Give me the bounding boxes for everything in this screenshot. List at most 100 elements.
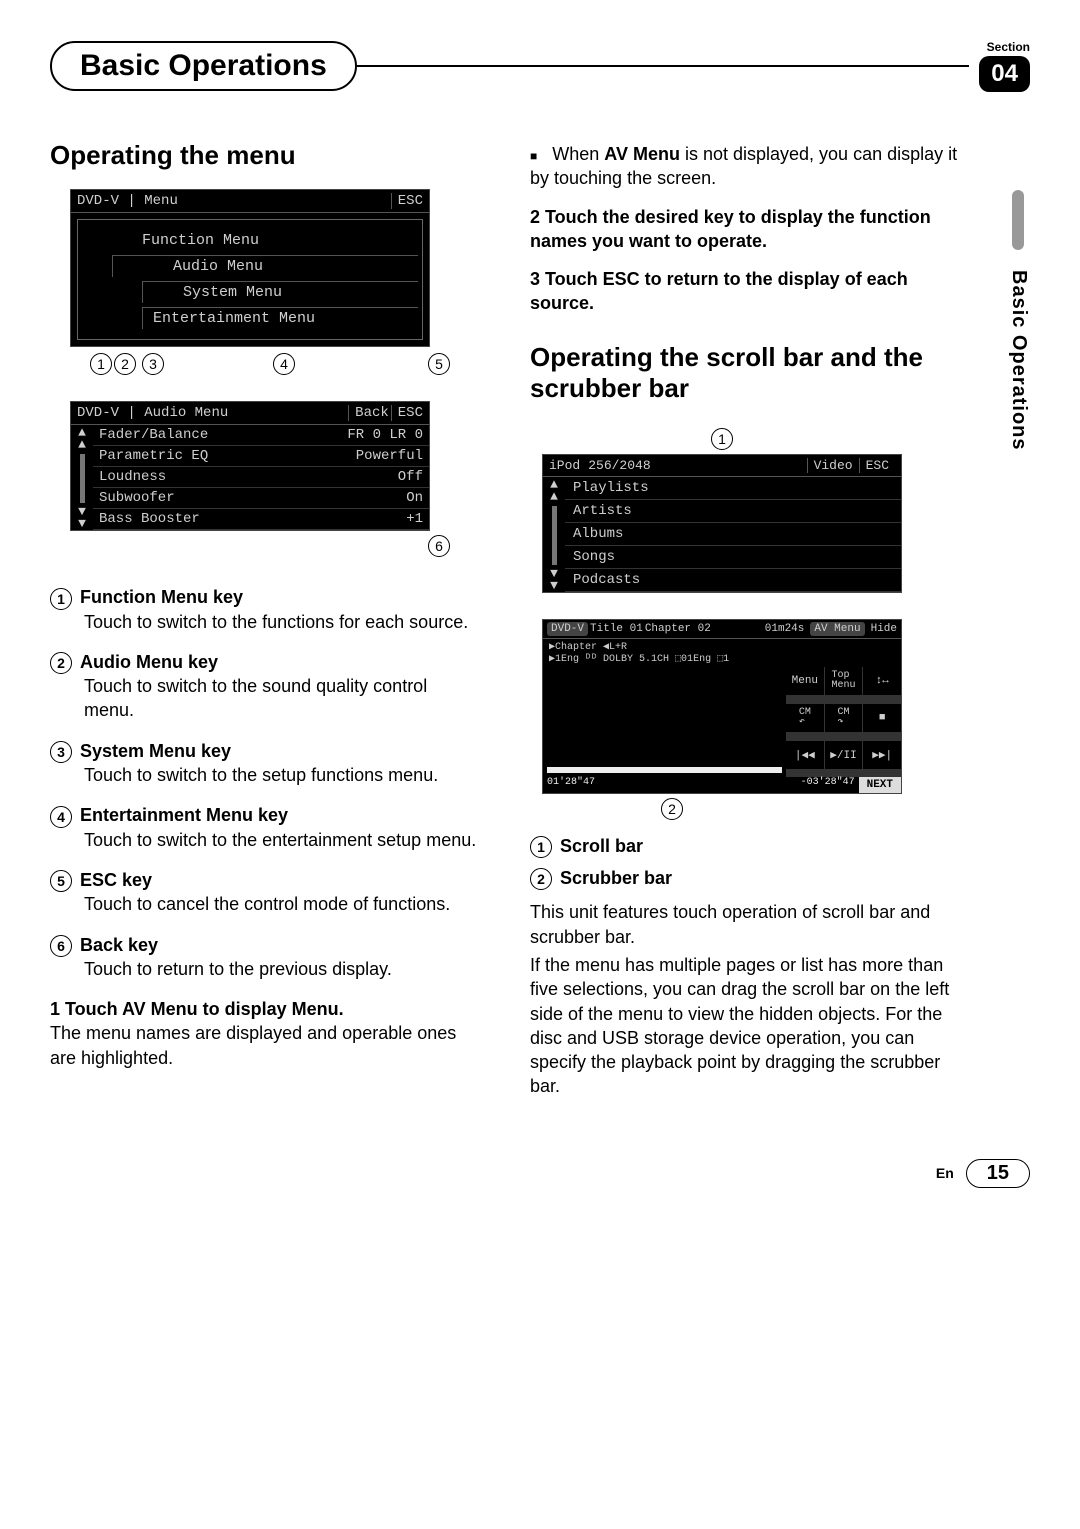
header-rule [347,65,970,67]
ipod-video-button[interactable]: Video [807,458,859,473]
audio-esc-button[interactable]: ESC [391,405,423,421]
dvd-time: 01m24s [765,623,805,635]
callout-5: 5 [428,353,450,375]
audio-title: Audio Menu [144,405,228,421]
menu-item-entertainment[interactable]: Entertainment Menu [142,307,418,329]
ipod-source-label: iPod [549,458,580,473]
key-title: Entertainment Menu key [80,805,288,825]
menu-item-system[interactable]: System Menu [142,281,418,303]
menu-item-function[interactable]: Function Menu [82,230,418,251]
label-definition: 2Scrubber bar [530,866,960,890]
key-title: Audio Menu key [80,652,218,672]
dvd-callout-2: 2 [661,798,683,820]
dvd-avmenu-button[interactable]: AV Menu [810,622,864,636]
key-desc: Touch to switch to the setup functions m… [50,763,480,787]
ipod-list-item[interactable]: Albums [565,523,901,546]
dvd-next-button[interactable]: ▶▶| [863,741,901,769]
scroll-up-icon[interactable]: ▲ [550,491,558,503]
scroll-up-icon[interactable]: ▲ [78,439,86,451]
key-title: Back key [80,935,158,955]
audio-row-name: Loudness [99,469,333,485]
key-definition: 5ESC keyTouch to cancel the control mode… [50,868,480,917]
dvd-control-grid: Menu Top Menu ↕↔ CM ↶ CM ↷ ■ |◀◀ ▶/II ▶▶… [786,667,901,777]
dvd-cm-fwd-button[interactable]: CM ↷ [825,704,863,732]
ipod-esc-button[interactable]: ESC [859,458,895,473]
audio-scrollbar[interactable]: ▲ ▲ ▼ ▼ [71,425,93,530]
audio-row-name: Subwoofer [99,490,333,506]
step-2: 2 Touch the desired key to display the f… [530,205,960,254]
side-tab: Basic Operations [1004,270,1030,451]
scroll-down-icon[interactable]: ▼ [550,580,558,592]
audio-row[interactable]: SubwooferOn [93,488,429,509]
scroll-body-1: This unit features touch operation of sc… [530,900,960,949]
dvd-cm-back-button[interactable]: CM ↶ [786,704,824,732]
note-av-menu: When AV Menu is not displayed, you can d… [530,142,960,191]
dvd-menu-button[interactable]: Menu [786,667,824,695]
menu-source-label: DVD-V [77,193,119,209]
key-title: System Menu key [80,741,231,761]
callout-2: 2 [114,353,136,375]
key-desc: Touch to switch to the entertainment set… [50,828,480,852]
footer-lang: En [936,1165,954,1181]
dvd-title-label: Title 01 [590,623,643,635]
dvd-nextpage-button[interactable]: NEXT [859,777,901,793]
menu-screen: DVD-V | Menu ESC Function Menu Audio Men… [70,189,430,347]
audio-row-name: Bass Booster [99,511,333,527]
section-label: Section [987,40,1030,54]
menu-esc-button[interactable]: ESC [391,193,423,209]
audio-row-value: FR 0 LR 0 [333,427,423,443]
dvd-source-label: DVD-V [547,622,588,636]
audio-row-name: Fader/Balance [99,427,333,443]
key-definition: 2 Audio Menu keyTouch to switch to the so… [50,650,480,723]
key-definitions: 1Function Menu keyTouch to switch to the… [50,585,480,981]
key-number: 3 [50,741,72,763]
dvd-play-button[interactable]: ▶/II [825,741,863,769]
key-number: 5 [50,870,72,892]
key-definition: 4 Entertainment Menu key Touch to switch t… [50,803,480,852]
callout-4: 4 [273,353,295,375]
footer-page-number: 15 [966,1159,1030,1188]
scroll-down-icon[interactable]: ▼ [78,518,86,530]
dvd-stop-button[interactable]: ■ [863,704,901,732]
scrubber-bar[interactable] [547,767,782,773]
key-number: 4 [50,806,72,828]
label-definition: 1Scroll bar [530,834,960,858]
audio-row[interactable]: Bass Booster+1 [93,509,429,530]
scroll-scrubber-labels: 1Scroll bar 2Scrubber bar [530,834,960,891]
key-desc: Touch to return to the previous display. [50,957,480,981]
key-desc: Touch to switch to the sound quality con… [50,674,480,723]
audio-row-name: Parametric EQ [99,448,333,464]
key-definition: 1Function Menu keyTouch to switch to the… [50,585,480,634]
audio-row[interactable]: LoudnessOff [93,467,429,488]
side-tab-indicator [1012,190,1024,250]
ipod-callout-1: 1 [711,428,733,450]
audio-row[interactable]: Fader/BalanceFR 0 LR 0 [93,425,429,446]
menu-callouts: 1 2 3 4 5 [90,353,450,375]
key-number: 2 [50,652,72,674]
audio-row-value: Off [333,469,423,485]
audio-row-value: +1 [333,511,423,527]
dvd-arrows-button[interactable]: ↕↔ [863,667,901,695]
ipod-list-item[interactable]: Artists [565,500,901,523]
ipod-scrollbar[interactable]: ▲ ▲ ▼ ▼ [543,477,565,592]
dvd-video-area[interactable] [543,667,786,777]
ipod-list-item[interactable]: Podcasts [565,569,901,592]
menu-item-audio[interactable]: Audio Menu [112,255,418,277]
dvd-chapter-label: Chapter 02 [645,623,711,635]
right-heading: Operating the scroll bar and the scrubbe… [530,342,960,404]
dvd-elapsed: 01'28"47 [547,777,595,789]
dvd-topmenu-button[interactable]: Top Menu [825,667,863,695]
dvd-prev-button[interactable]: |◀◀ [786,741,824,769]
dvd-hide-button[interactable]: Hide [871,623,897,635]
key-definition: 3 System Menu keyTouch to switch to the s… [50,739,480,788]
page-header: Basic Operations Section 04 [50,40,1030,92]
dvd-subline-2: ▶1Eng ᴰᴰ DOLBY 5.1CH ⬚01Eng ⬚1 [549,653,895,665]
side-tab-label: Basic Operations [1008,270,1030,451]
callout-1: 1 [90,353,112,375]
ipod-list-item[interactable]: Playlists [565,477,901,500]
ipod-list-item[interactable]: Songs [565,546,901,569]
ipod-counter: 256/2048 [580,458,806,473]
audio-back-button[interactable]: Back [348,405,389,421]
page-footer: En 15 [50,1159,1030,1188]
audio-row[interactable]: Parametric EQPowerful [93,446,429,467]
